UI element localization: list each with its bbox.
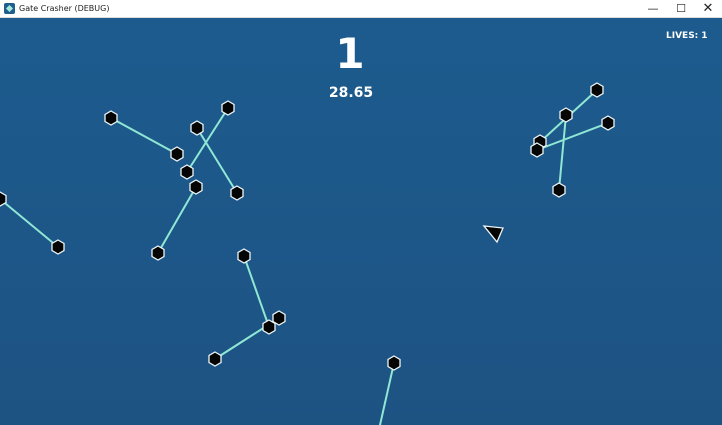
gate-node	[590, 82, 604, 98]
gate-node	[51, 239, 65, 255]
game-canvas[interactable]: 1 28.65 LIVES: 1	[0, 18, 722, 425]
gate-node	[221, 100, 235, 116]
gate-line	[196, 127, 238, 194]
playfield	[0, 82, 615, 425]
gate-node	[190, 120, 204, 136]
gate-node	[170, 146, 184, 162]
gate-node	[601, 115, 615, 131]
gate-line	[243, 255, 270, 328]
gate-lines	[0, 89, 609, 425]
gate-node	[180, 164, 194, 180]
player-ship	[482, 225, 504, 244]
gate-nodes	[0, 82, 615, 371]
lives-value: 1	[701, 31, 708, 41]
gate-node	[387, 355, 401, 371]
window-title: Gate Crasher (DEBUG)	[19, 4, 110, 13]
gate-line	[536, 122, 609, 151]
gate-node	[208, 351, 222, 367]
gate-line	[110, 117, 178, 155]
gate-node	[559, 107, 573, 123]
lives-label: LIVES:	[666, 31, 699, 41]
score-counter: 1	[335, 29, 365, 78]
gate-line	[0, 198, 59, 248]
title-bar: Gate Crasher (DEBUG) — ☐ ✕	[0, 0, 722, 18]
gate-node	[552, 182, 566, 198]
maximize-button[interactable]: ☐	[666, 0, 696, 17]
gate-node	[237, 248, 251, 264]
gate-line	[186, 107, 229, 173]
gate-node	[230, 185, 244, 201]
minimize-button[interactable]: —	[638, 0, 668, 17]
gate-node	[530, 142, 544, 158]
app-icon	[4, 3, 15, 14]
game-window: Gate Crasher (DEBUG) — ☐ ✕ 1 28.65 LIVES…	[0, 0, 722, 425]
close-button[interactable]: ✕	[693, 0, 722, 17]
gate-node	[151, 245, 165, 261]
gate-node	[189, 179, 203, 195]
timer-display: 28.65	[328, 85, 374, 101]
lives-counter: LIVES: 1	[666, 30, 708, 42]
gate-line	[558, 114, 567, 191]
gate-node	[104, 110, 118, 126]
gate-line	[157, 186, 197, 254]
gate-node	[262, 319, 276, 335]
gate-line	[379, 362, 395, 425]
